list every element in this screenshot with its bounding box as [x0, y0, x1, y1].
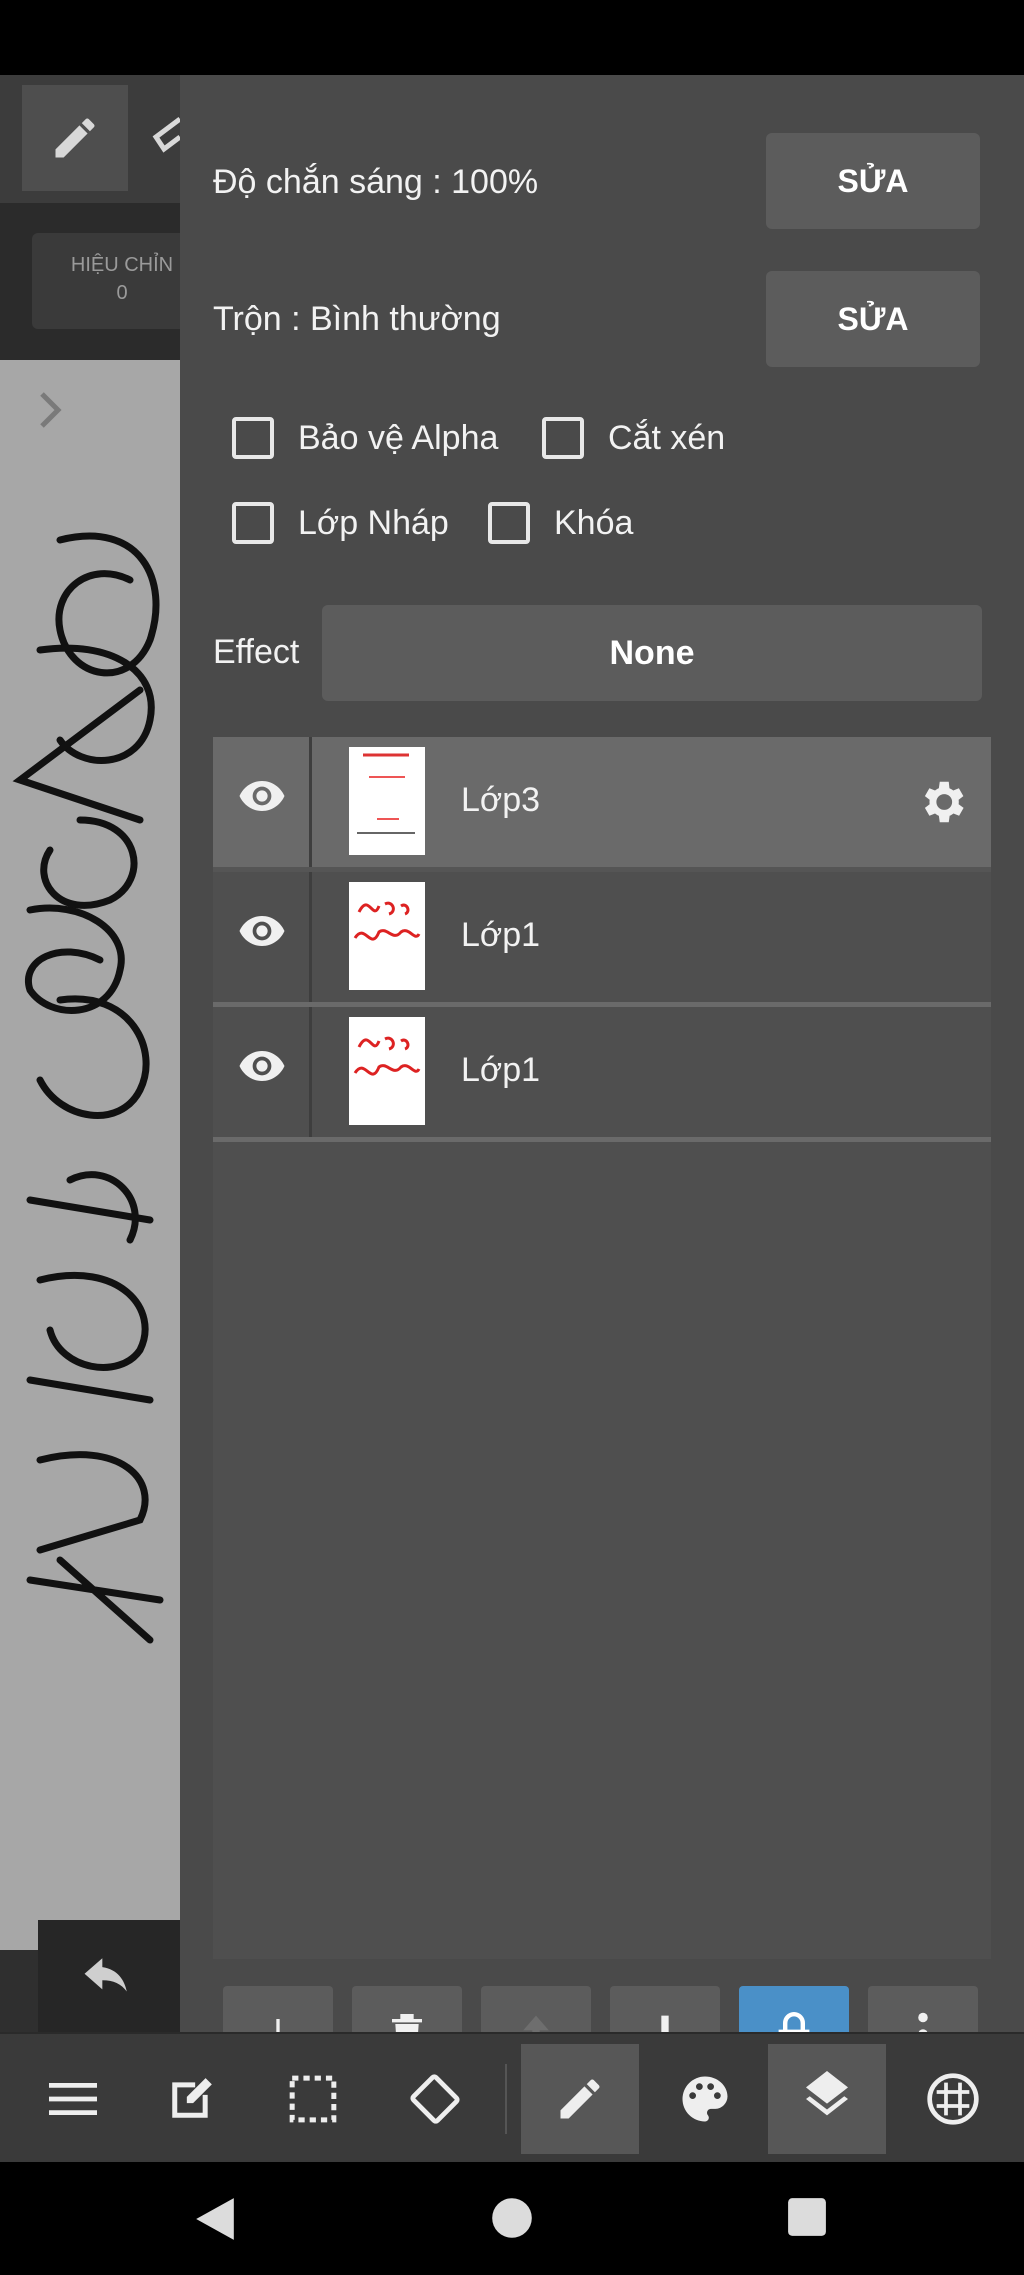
pen-tool-tab[interactable]: [521, 2044, 639, 2154]
blend-label: Trộn : Bình thường: [213, 300, 501, 338]
layer-thumbnail: [349, 1017, 425, 1125]
lock-checkbox[interactable]: Khóa: [488, 502, 633, 544]
drawing-canvas[interactable]: [0, 360, 180, 1950]
checkbox-label: Cắt xén: [608, 418, 726, 457]
layer-list: Lớp3 Lớp1 Lớp1: [213, 737, 991, 1959]
rotate-icon: [410, 2074, 460, 2124]
effect-label: Effect: [213, 633, 300, 671]
menu-icon: [49, 2083, 97, 2115]
recents-icon[interactable]: [786, 2196, 828, 2238]
adjust-bar: HIỆU CHỈN 0: [0, 203, 212, 360]
layer-name: Lớp3: [461, 781, 541, 819]
status-bar: [0, 0, 1024, 75]
pen-icon: [55, 118, 95, 158]
checkbox-box: [232, 502, 274, 544]
pen-icon: [560, 2079, 600, 2119]
layers-tab[interactable]: [768, 2044, 886, 2154]
layers-icon: [806, 2071, 848, 2116]
checkbox-box: [232, 417, 274, 459]
edit-button[interactable]: [132, 2044, 250, 2154]
home-icon[interactable]: [490, 2196, 534, 2240]
gear-icon[interactable]: [915, 775, 969, 829]
tool-strip: [0, 75, 182, 203]
system-nav-bar: [0, 2162, 1024, 2275]
menu-button[interactable]: [14, 2044, 132, 2154]
layer-row[interactable]: Lớp1: [213, 1007, 991, 1142]
layer-row[interactable]: Lớp1: [213, 872, 991, 1007]
thumbnail-image: [357, 753, 415, 834]
selection-button[interactable]: [254, 2044, 372, 2154]
selection-icon: [289, 2075, 337, 2123]
eraser-tool-button[interactable]: [150, 117, 182, 166]
checkbox-label: Lớp Nháp: [298, 503, 449, 542]
undo-icon: [84, 1958, 127, 1992]
rotate-button[interactable]: [376, 2044, 494, 2154]
eye-icon[interactable]: [239, 781, 285, 811]
palette-icon: [682, 2076, 728, 2122]
opacity-label: Độ chắn sáng : 100%: [213, 163, 539, 201]
draft-layer-checkbox[interactable]: Lớp Nháp: [232, 502, 449, 544]
checkbox-box: [488, 502, 530, 544]
checkbox-label: Khóa: [554, 503, 634, 542]
edit-icon: [172, 2078, 212, 2118]
handwriting-drawing: [12, 532, 164, 1644]
blend-edit-button[interactable]: SỬA: [766, 271, 980, 367]
grid-button[interactable]: [894, 2044, 1012, 2154]
layer-name: Lớp1: [461, 1051, 541, 1089]
toolbar-separator: [505, 2064, 507, 2134]
undo-button[interactable]: [38, 1920, 180, 2032]
layer-name: Lớp1: [461, 916, 541, 954]
grid-icon: [927, 2073, 979, 2125]
layer-thumbnail: [349, 882, 425, 990]
divider: [309, 737, 312, 867]
layer-panel: Độ chắn sáng : 100% SỬA Trộn : Bình thườ…: [180, 75, 1024, 2082]
back-icon[interactable]: [194, 2196, 236, 2242]
alpha-protect-checkbox[interactable]: Bảo vệ Alpha: [232, 417, 498, 459]
eraser-icon: [152, 117, 182, 153]
thumbnail-image: [353, 1036, 421, 1076]
effect-button[interactable]: None: [322, 605, 982, 701]
pen-tool-button[interactable]: [22, 85, 128, 191]
layer-row[interactable]: Lớp3: [213, 737, 991, 872]
divider: [309, 872, 312, 1002]
bottom-toolbar: [0, 2032, 1024, 2164]
checkbox-label: Bảo vệ Alpha: [298, 418, 499, 457]
eye-icon[interactable]: [239, 916, 285, 946]
checkbox-box: [542, 417, 584, 459]
opacity-edit-button[interactable]: SỬA: [766, 133, 980, 229]
thumbnail-image: [353, 901, 421, 941]
chevron-right-icon[interactable]: [36, 390, 66, 430]
color-palette-button[interactable]: [646, 2044, 764, 2154]
divider: [309, 1007, 312, 1137]
eye-icon[interactable]: [239, 1051, 285, 1081]
layer-thumbnail: [349, 747, 425, 855]
clipping-checkbox[interactable]: Cắt xén: [542, 417, 725, 459]
